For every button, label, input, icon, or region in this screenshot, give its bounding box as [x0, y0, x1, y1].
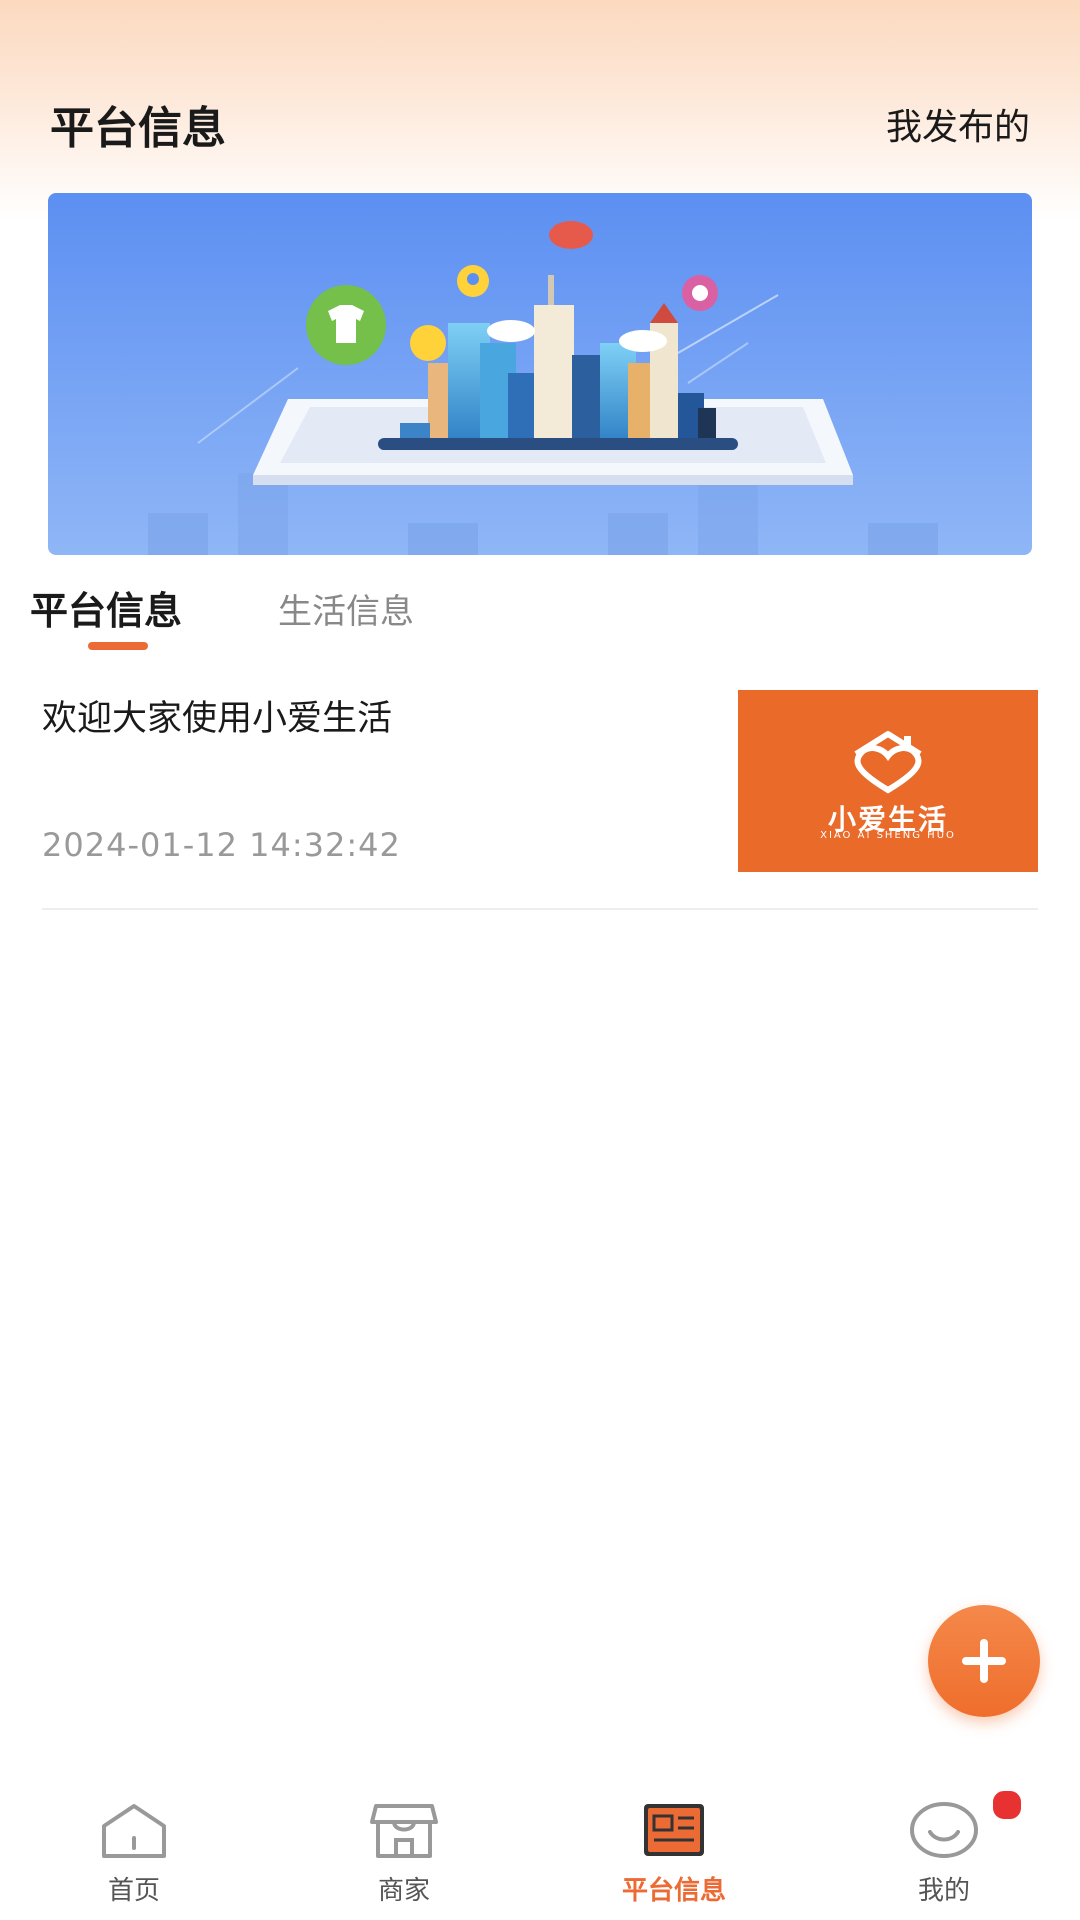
store-icon	[370, 1804, 438, 1858]
bottom-navigation: 首页 商家 平台信息 我的	[0, 1770, 1080, 1920]
nav-label-profile: 我的	[917, 1876, 970, 1906]
location-pin-icon	[467, 273, 479, 285]
nav-item-profile[interactable]: 我的	[844, 1770, 1044, 1920]
nav-item-home[interactable]: 首页	[34, 1770, 234, 1920]
news-thumbnail: 小爱生活 XIAO AI SHENG HUO	[738, 690, 1038, 872]
banner-illustration	[48, 193, 1032, 555]
gamepad-icon	[549, 221, 593, 249]
home-icon	[102, 1804, 166, 1858]
profile-icon	[910, 1802, 978, 1858]
nav-label-platform-info: 平台信息	[621, 1876, 726, 1906]
news-title: 欢迎大家使用小爱生活	[42, 699, 393, 739]
brand-logo-icon	[854, 731, 922, 794]
tab-life-info[interactable]: 生活信息	[278, 584, 414, 633]
news-timestamp: 2024-01-12 14:32:42	[42, 826, 401, 864]
active-tab-indicator	[88, 642, 148, 650]
tab-bar: 平台信息 生活信息	[0, 570, 1080, 650]
screen: 平台信息 我发布的 平台信息 生活信息 欢迎大家使用小爱生活 2024-01-1…	[0, 0, 1080, 1920]
header: 平台信息 我发布的	[0, 80, 1080, 160]
sun-icon	[410, 325, 446, 361]
nav-item-merchants[interactable]: 商家	[304, 1770, 504, 1920]
notification-badge	[990, 1788, 1024, 1822]
add-post-button[interactable]	[928, 1605, 1040, 1717]
banner-carousel[interactable]	[48, 193, 1032, 555]
my-posts-link[interactable]: 我发布的	[886, 98, 1030, 150]
nav-label-merchants: 商家	[377, 1876, 430, 1906]
page-title: 平台信息	[50, 103, 226, 154]
nav-label-home: 首页	[107, 1876, 160, 1906]
list-item[interactable]: 欢迎大家使用小爱生活 2024-01-12 14:32:42 小爱生活 XIAO…	[42, 688, 1038, 910]
film-icon	[692, 285, 708, 301]
nav-item-platform-info[interactable]: 平台信息	[574, 1770, 774, 1920]
tab-platform-info[interactable]: 平台信息	[30, 580, 182, 635]
plus-icon	[962, 1639, 1006, 1683]
news-icon	[644, 1804, 704, 1856]
thumbnail-brand-subtitle: XIAO AI SHENG HUO	[820, 830, 956, 841]
